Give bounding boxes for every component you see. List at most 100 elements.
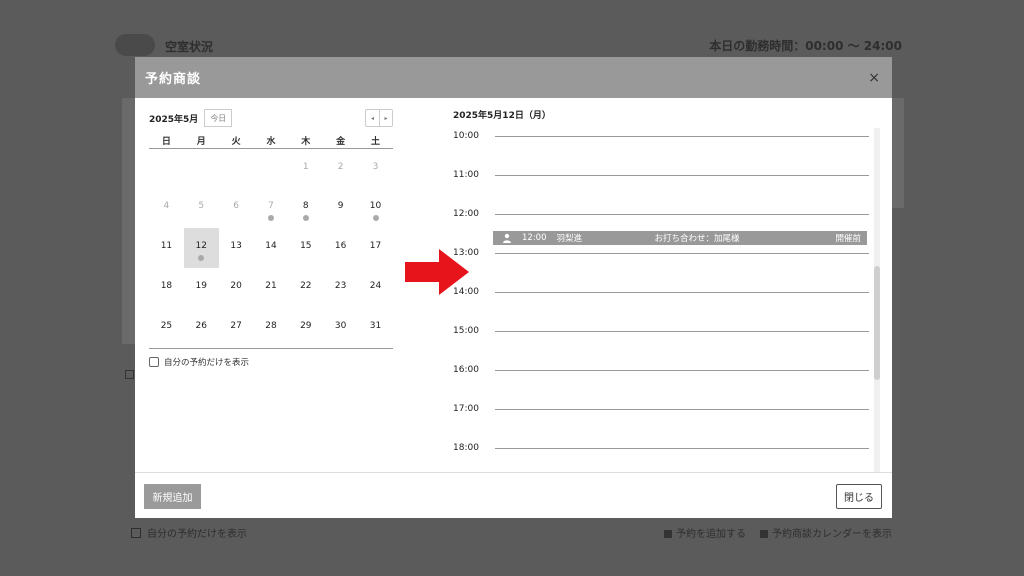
calendar-day-cell[interactable]: 2 [323, 148, 358, 188]
modal-title: 予約商談 [145, 72, 202, 87]
calendar-day-number: 5 [198, 201, 205, 211]
calendar-day-number: 4 [163, 201, 170, 211]
close-button[interactable]: 閉じる [836, 484, 882, 509]
checkbox-icon [131, 527, 141, 538]
background-footer-links: 予約を追加する 予約商談カレンダーを表示 [664, 525, 892, 540]
new-add-button[interactable]: 新規追加 [144, 484, 201, 509]
calendar-day-number: 28 [265, 321, 277, 331]
calendar-day-number: 9 [337, 201, 344, 211]
reservation-dot-icon [198, 255, 205, 261]
calendar-day-cell[interactable]: 25 [149, 308, 184, 348]
calendar-week-row: 1 2 3 [149, 148, 393, 188]
calendar-day-cell[interactable]: 1 [288, 148, 323, 188]
scrollbar-thumb[interactable] [874, 266, 880, 380]
calendar-day-number: 18 [160, 281, 173, 291]
calendar-day-cell[interactable]: 29 [288, 308, 323, 348]
calendar-day-cell[interactable]: 12 [183, 228, 219, 268]
calendar-day-cell[interactable]: 14 [254, 228, 289, 268]
weekday-row: 日月火水木金土 [149, 134, 393, 149]
day-schedule: 2025年5月12日（月） 10:00 11:00 12:00 13:00 14:00 1… [453, 108, 883, 472]
timeline-scrollbar[interactable] [874, 128, 880, 472]
calendar-day-cell[interactable]: 8 [288, 188, 323, 228]
calendar-day-cell[interactable]: 17 [358, 228, 393, 268]
own-only-checkbox[interactable]: 自分の予約だけを表示 [149, 356, 393, 368]
calendar-empty-cell [184, 148, 219, 188]
background-calendar-label: 予約商談カレンダーを表示 [772, 529, 892, 540]
background-add-reservation-label: 予約を追加する [676, 529, 746, 540]
background-own-only-label: 自分の予約だけを表示 [147, 529, 247, 540]
reservation-event[interactable]: 12:00 羽梨進 お打ち合わせ：加尾様 開催前 [493, 231, 867, 245]
weekday-header: 月 [183, 134, 219, 149]
calendar-day-cell[interactable]: 24 [358, 268, 393, 308]
prev-month-icon[interactable]: ◂ [366, 110, 379, 126]
day-date-label: 2025年5月12日（月） [453, 111, 551, 121]
weekday-header: 火 [218, 134, 254, 149]
calendar-day-cell[interactable]: 28 [254, 308, 289, 348]
weekday-header: 金 [323, 134, 359, 149]
hour-label: 18:00 [453, 443, 479, 453]
event-status: 開催前 [835, 234, 861, 244]
weekday-header: 木 [288, 134, 324, 149]
calendar-day-number: 20 [230, 281, 242, 291]
calendar-day-number: 17 [369, 241, 382, 251]
calendar-day-cell[interactable]: 22 [288, 268, 323, 308]
calendar-header: 2025年5月 今日 ◂ ▸ [149, 108, 393, 128]
calendar-day-cell[interactable]: 15 [288, 228, 323, 268]
calendar-day-cell[interactable]: 20 [219, 268, 254, 308]
calendar-day-number: 10 [369, 201, 382, 211]
hour-gridline [495, 331, 869, 332]
checkbox-icon[interactable] [149, 357, 159, 367]
calendar-day-cell[interactable]: 11 [149, 228, 184, 268]
calendar-day-number: 15 [300, 241, 312, 251]
calendar-week-row: 4 5 6 7 8 9 10 [149, 188, 393, 228]
hour-label: 16:00 [453, 365, 479, 375]
calendar-day-cell[interactable]: 6 [219, 188, 254, 228]
modal-footer: 新規追加 閉じる [135, 472, 892, 518]
close-icon[interactable]: × [866, 70, 882, 86]
hour-gridline [495, 370, 869, 371]
hour-gridline [495, 292, 869, 293]
calendar-day-cell[interactable]: 3 [358, 148, 393, 188]
calendar-day-number: 26 [195, 321, 207, 331]
calendar-day-cell[interactable]: 4 [149, 188, 184, 228]
calendar-day-cell[interactable]: 26 [184, 308, 219, 348]
background-calendar-icon [125, 370, 134, 379]
hour-gridline [495, 448, 869, 449]
calendar-day-cell[interactable]: 10 [358, 188, 393, 228]
calendar-icon [760, 530, 768, 538]
hour-label: 13:00 [453, 248, 479, 258]
month-calendar: 2025年5月 今日 ◂ ▸ 日月火水木金土 1 2 3 4 5 6 7 8 9 10 11 12 13… [149, 108, 393, 368]
hour-gridline [495, 175, 869, 176]
calendar-day-number: 3 [372, 161, 379, 172]
calendar-day-cell[interactable]: 27 [219, 308, 254, 348]
hour-gridline [495, 136, 869, 137]
calendar-day-cell[interactable]: 13 [219, 228, 254, 268]
calendar-day-cell[interactable]: 31 [358, 308, 393, 348]
background-own-only-checkbox: 自分の予約だけを表示 [131, 525, 247, 540]
own-only-label: 自分の予約だけを表示 [164, 358, 250, 368]
hour-row: 17:00 [453, 401, 869, 440]
calendar-day-cell[interactable]: 5 [184, 188, 219, 228]
calendar-day-cell[interactable]: 7 [254, 188, 289, 228]
calendar-day-number: 2 [337, 161, 344, 172]
calendar-day-cell[interactable]: 23 [323, 268, 358, 308]
calendar-day-cell[interactable]: 9 [323, 188, 358, 228]
reservation-dot-icon [372, 215, 379, 221]
timeline[interactable]: 10:00 11:00 12:00 13:00 14:00 15:00 16:00 17:00… [453, 128, 869, 472]
calendar-day-cell[interactable]: 18 [149, 268, 184, 308]
calendar-day-cell[interactable]: 19 [184, 268, 219, 308]
today-button[interactable]: 今日 [204, 109, 233, 127]
modal-header: 予約商談 × [135, 57, 892, 98]
calendar-month-label: 2025年5月 [149, 114, 199, 125]
person-icon [503, 233, 511, 243]
calendar-day-cell[interactable]: 30 [323, 308, 358, 348]
calendar-grid: 日月火水木金土 1 2 3 4 5 6 7 8 9 10 11 12 13 14 15 16 17 18 19 20 2… [149, 134, 393, 348]
calendar-day-cell[interactable]: 16 [323, 228, 358, 268]
calendar-day-cell[interactable]: 21 [254, 268, 289, 308]
calendar-day-number: 11 [160, 241, 173, 251]
next-month-icon[interactable]: ▸ [379, 110, 392, 126]
calendar-day-number: 16 [334, 241, 347, 251]
calendar-day-number: 30 [334, 321, 347, 331]
reservation-dot-icon [267, 215, 274, 221]
calendar-day-number: 13 [230, 241, 242, 251]
